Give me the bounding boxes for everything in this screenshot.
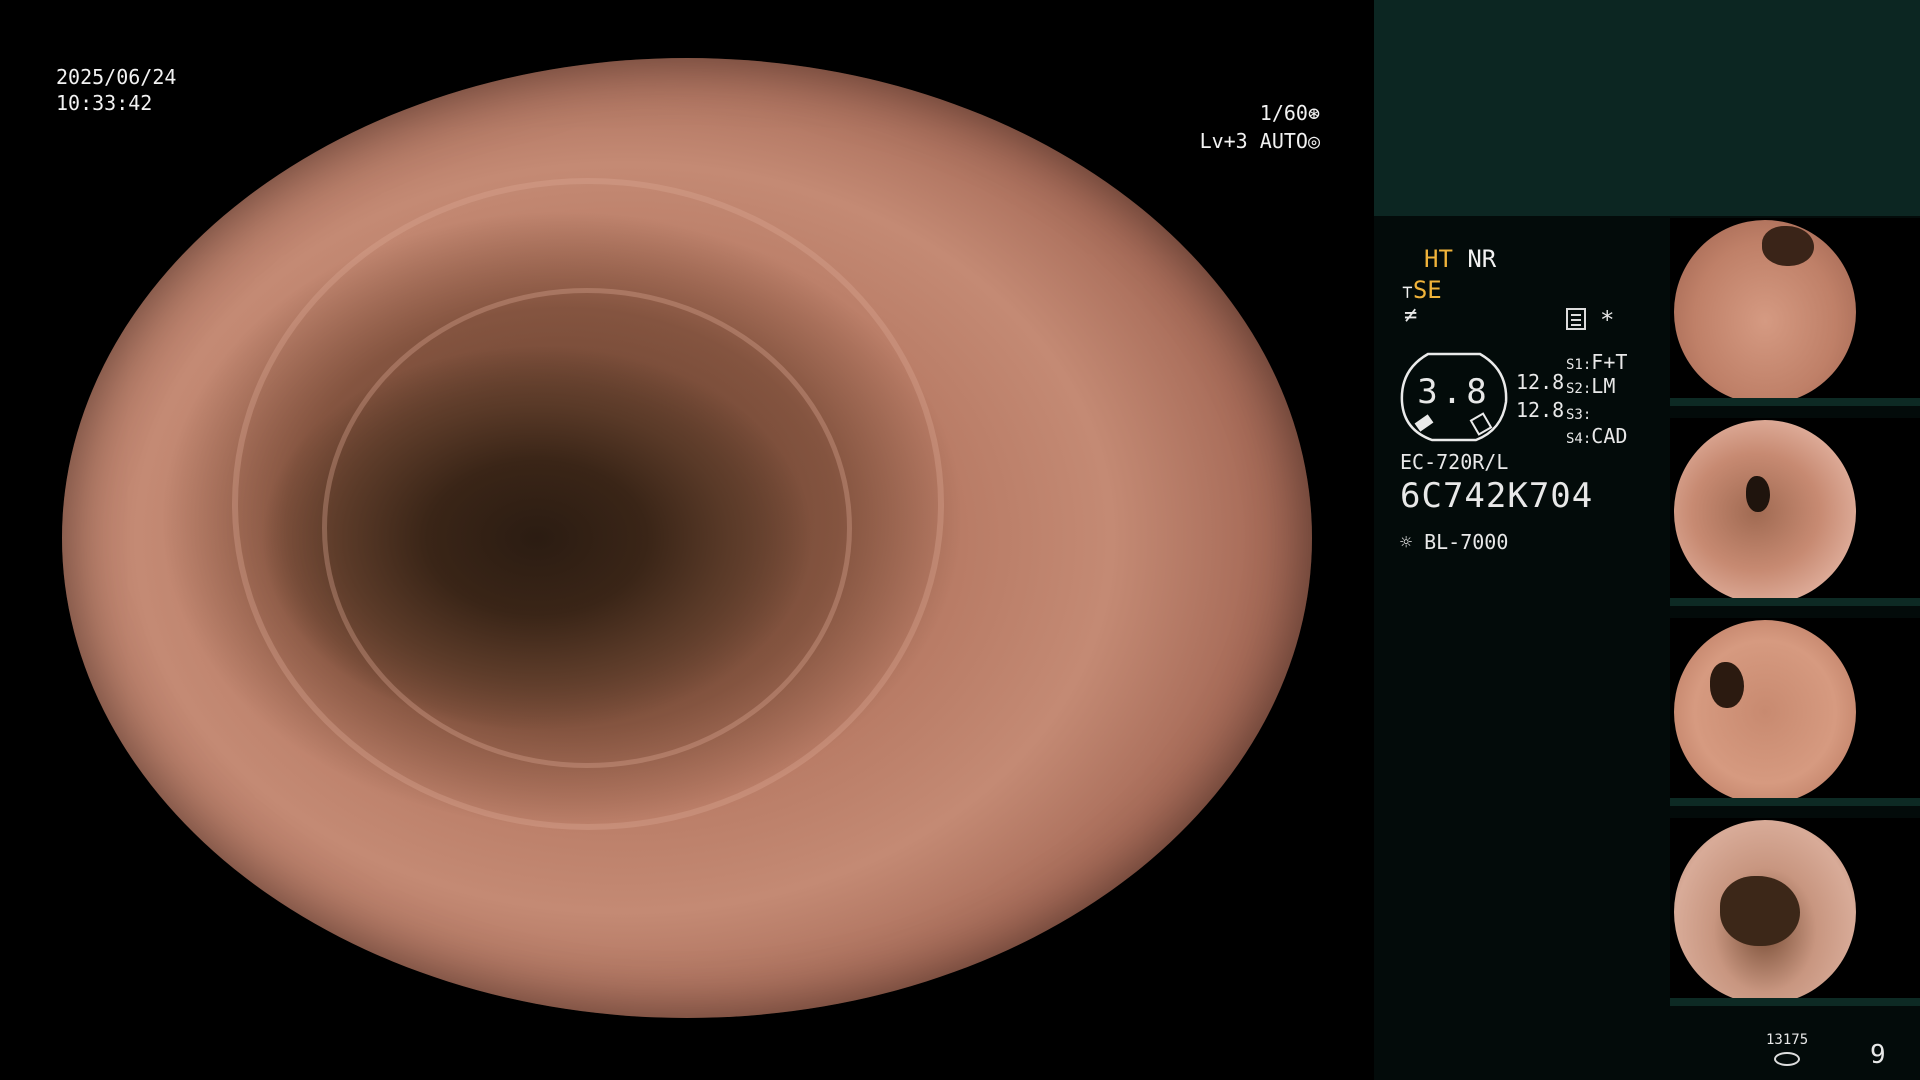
thumbnail-image [1674, 620, 1856, 804]
switch-s3: S3: [1566, 407, 1592, 423]
main-endoscope-view [62, 58, 1312, 1018]
storage-disk-icon [1774, 1052, 1800, 1066]
scope-serial: 6C742K704 [1400, 476, 1594, 516]
scope-model: EC-720R/L [1400, 450, 1509, 474]
lumen [1710, 662, 1744, 708]
brightness-level: Lv+3 AUTO◎ [1160, 128, 1320, 154]
thumbnail-2[interactable] [1670, 418, 1920, 606]
lumen [1746, 476, 1770, 512]
image-counter: 13175 [1766, 1032, 1809, 1048]
gauge-sub-value-2: 12.8 [1516, 398, 1565, 422]
gauge-marker-right [1469, 412, 1493, 436]
lumen [1720, 876, 1800, 946]
structure-icon: ⊤ [1402, 282, 1413, 303]
switch-s4: S4:CAD [1566, 424, 1628, 448]
light-source-label: BL-7000 [1424, 530, 1509, 554]
shutter-icon: ⊛ [1307, 101, 1320, 125]
lumen [1762, 226, 1814, 266]
date-text: 2025/06/24 [56, 65, 177, 89]
thumbnail-4[interactable] [1670, 818, 1920, 1006]
gauge-value: 3.8 [1417, 372, 1491, 412]
thumbnail-bar [1670, 598, 1920, 606]
switch-s1: S1:F+T [1566, 350, 1628, 374]
gauge-sub-value-1: 12.8 [1516, 370, 1565, 394]
date-time: 2025/06/24 10:33:42 [56, 64, 176, 116]
iris-icon: ◎ [1307, 129, 1320, 153]
switch-key: S2 [1566, 381, 1583, 397]
freeze-off-icon: ≠ [1404, 303, 1418, 328]
switch-key: S3 [1566, 407, 1583, 423]
thumbnail-bar [1670, 998, 1920, 1006]
switch-value: LM [1591, 374, 1616, 398]
page-number: 9 [1870, 1040, 1886, 1070]
light-source: ☼ BL-7000 [1400, 530, 1508, 554]
ht-label: HT [1424, 245, 1453, 273]
thumbnail-3[interactable] [1670, 618, 1920, 806]
panel-header-block [1374, 0, 1920, 216]
switch-key: S1 [1566, 357, 1583, 373]
gauge-marker-left [1414, 414, 1434, 432]
switch-key: S4 [1566, 431, 1583, 447]
nr-label: NR [1467, 245, 1497, 273]
shutter-text: 1/60 [1259, 101, 1308, 125]
shutter-speed: 1/60⊛ [1150, 100, 1320, 126]
level-text: Lv+3 [1199, 129, 1248, 153]
mucosal-fold [322, 288, 852, 768]
switch-s2: S2:LM [1566, 374, 1616, 398]
thumbnail-bar [1670, 398, 1920, 406]
switch-value: F+T [1591, 350, 1628, 374]
mode-text: AUTO [1259, 129, 1308, 153]
thumbnail-1[interactable] [1670, 218, 1920, 406]
time-text: 10:33:42 [56, 91, 153, 115]
lamp-icon: ☼ [1400, 530, 1413, 554]
se-label: SE [1412, 276, 1442, 304]
thumbnail-image [1674, 420, 1856, 604]
menu-icon [1566, 308, 1586, 330]
enhancement-row: HT NR [1424, 244, 1496, 274]
thumbnail-bar [1670, 798, 1920, 806]
switch-value: CAD [1591, 424, 1628, 448]
asterisk-icon: * [1600, 306, 1615, 334]
